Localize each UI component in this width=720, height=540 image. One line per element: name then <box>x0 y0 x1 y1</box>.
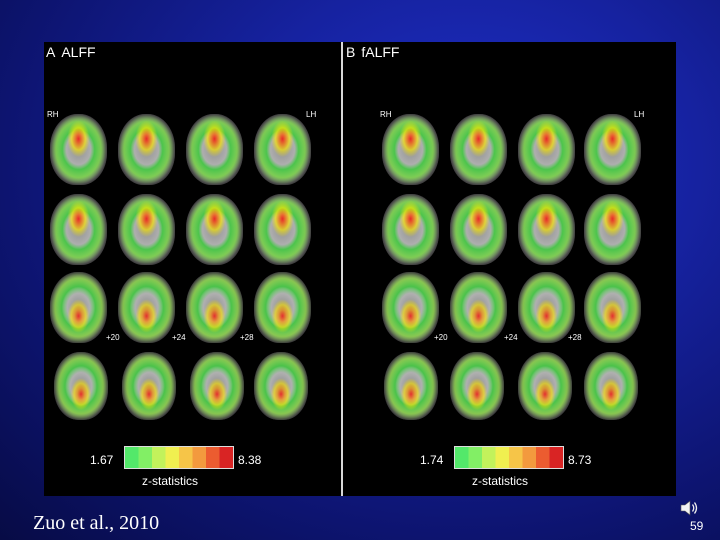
brain-slice <box>254 272 311 343</box>
brain-slice <box>518 114 575 185</box>
colorbar <box>124 446 234 469</box>
panel-divider <box>341 42 343 496</box>
brain-slice <box>584 272 641 343</box>
panel-title-falff: BfALFF <box>346 44 399 60</box>
brain-slice <box>584 352 638 420</box>
slice-label: +20 <box>106 333 120 342</box>
panel-falff: BfALFF RH LH +20 +24 +28 1.74 8.73 z-sta… <box>344 42 644 496</box>
brain-slice <box>518 352 572 420</box>
brain-slice <box>450 114 507 185</box>
brain-slice <box>50 272 107 343</box>
slice-label: +28 <box>240 333 254 342</box>
panel-letter: B <box>346 44 356 60</box>
brain-slice <box>118 272 175 343</box>
left-hemisphere-label: LH <box>634 110 645 119</box>
right-hemisphere-label: RH <box>47 110 59 119</box>
left-hemisphere-label: LH <box>306 110 317 119</box>
colorbar <box>454 446 564 469</box>
right-hemisphere-label: RH <box>380 110 392 119</box>
slice-label: +20 <box>434 333 448 342</box>
slide-number: 59 <box>690 519 704 533</box>
brain-slice <box>122 352 176 420</box>
colorbar-max: 8.38 <box>238 453 262 467</box>
brain-slice <box>186 114 243 185</box>
brain-slice <box>584 194 641 265</box>
brain-slice <box>54 352 108 420</box>
brain-slice <box>518 272 575 343</box>
slice-label: +24 <box>504 333 518 342</box>
citation-text: Zuo et al., 2010 <box>33 512 160 534</box>
brain-slice <box>382 114 439 185</box>
panel-letter: A <box>46 44 56 60</box>
colorbar-title: z-statistics <box>142 474 199 488</box>
speaker-icon[interactable] <box>678 497 700 519</box>
brain-slice <box>254 114 311 185</box>
slice-label: +28 <box>568 333 582 342</box>
brain-map-figure: A ALFF RH LH +20 +24 +28 1.67 8.38 z-stat… <box>44 42 676 496</box>
brain-slice <box>450 194 507 265</box>
brain-slice <box>382 194 439 265</box>
brain-slice <box>584 114 641 185</box>
colorbar-max: 8.73 <box>568 453 592 467</box>
colorbar-min: 1.74 <box>420 453 444 467</box>
panel-alff: A ALFF RH LH +20 +24 +28 1.67 8.38 z-stat… <box>44 42 340 496</box>
panel-title-text: fALFF <box>361 44 400 60</box>
brain-slice <box>518 194 575 265</box>
brain-slice <box>186 272 243 343</box>
panel-title-text: ALFF <box>61 44 96 60</box>
brain-slice <box>382 272 439 343</box>
slice-label: +24 <box>172 333 186 342</box>
brain-slice <box>118 194 175 265</box>
panel-title-alff: A ALFF <box>46 44 96 60</box>
brain-slice <box>186 194 243 265</box>
brain-slice <box>254 194 311 265</box>
brain-slice <box>190 352 244 420</box>
colorbar-min: 1.67 <box>90 453 114 467</box>
brain-slice <box>50 194 107 265</box>
brain-slice <box>450 272 507 343</box>
brain-slice <box>450 352 504 420</box>
colorbar-title: z-statistics <box>472 474 529 488</box>
brain-slice <box>118 114 175 185</box>
brain-slice <box>384 352 438 420</box>
brain-slice <box>254 352 308 420</box>
brain-slice <box>50 114 107 185</box>
